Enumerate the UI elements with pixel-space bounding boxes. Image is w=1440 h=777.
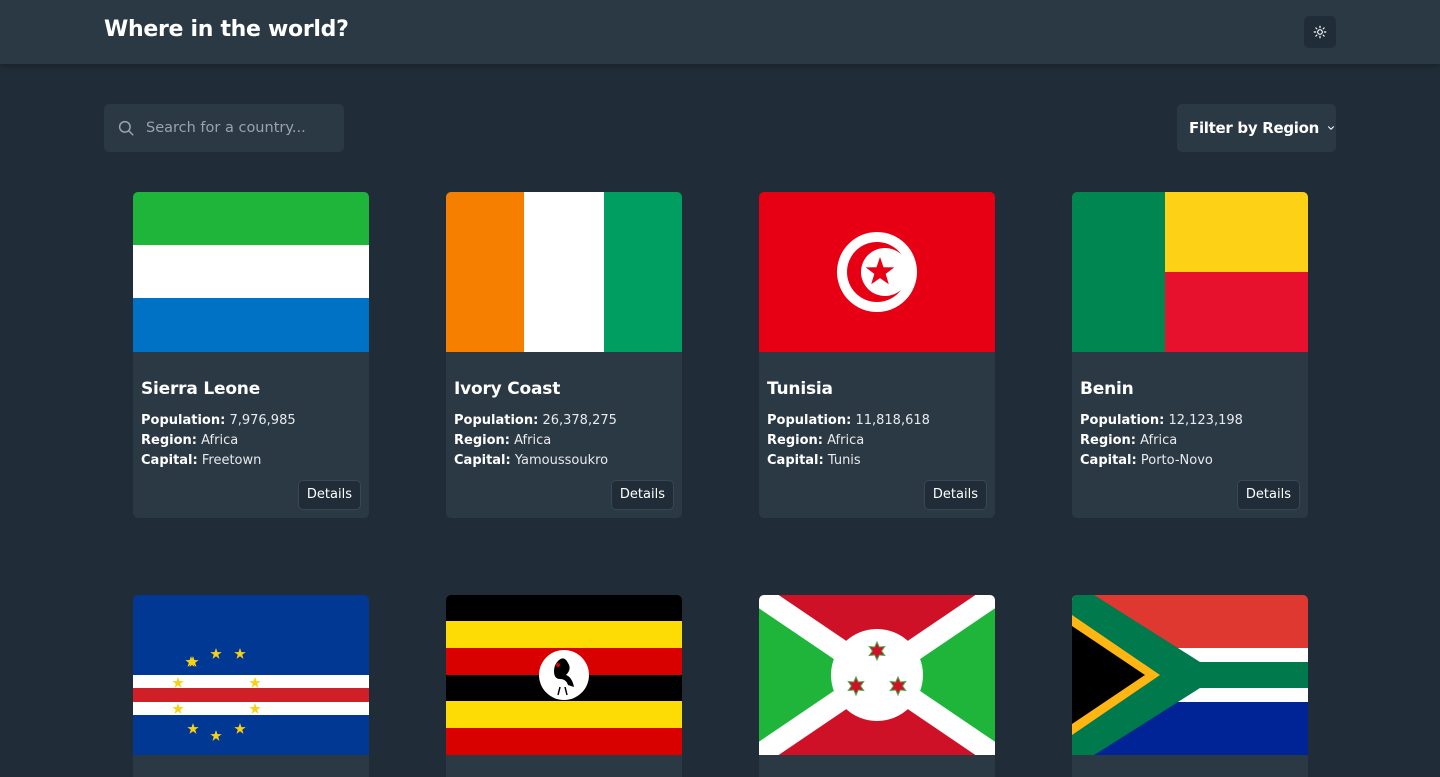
- country-name: Tunisia: [767, 379, 833, 399]
- country-name: Benin: [1080, 379, 1134, 399]
- capital-line: Capital: Freetown: [141, 451, 261, 471]
- population-line: Population: 26,378,275: [454, 411, 617, 431]
- country-card-uganda[interactable]: [446, 595, 682, 777]
- population-value: 26,378,275: [542, 413, 617, 428]
- region-line: Region: Africa: [1080, 431, 1177, 451]
- capital-line: Capital: Porto-Novo: [1080, 451, 1213, 471]
- population-label: Population:: [141, 413, 226, 428]
- country-card-burundi[interactable]: [759, 595, 995, 777]
- details-button[interactable]: Details: [1236, 480, 1300, 510]
- burundi-flag: [759, 595, 995, 755]
- search-icon: [118, 120, 134, 136]
- population-value: 11,818,618: [855, 413, 930, 428]
- country-name: Sierra Leone: [141, 379, 261, 399]
- region-value: Africa: [827, 433, 865, 448]
- capital-value: Tunis: [827, 453, 861, 468]
- region-filter-label: Filter by Region: [1189, 119, 1320, 137]
- app-header: Where in the world?: [0, 0, 1440, 64]
- region-filter-dropdown[interactable]: Filter by Region: [1177, 104, 1336, 152]
- region-line: Region: Africa: [454, 431, 551, 451]
- country-name: Ivory Coast: [454, 379, 561, 399]
- cape-verde-flag: [133, 595, 369, 755]
- tunisia-flag: [759, 192, 995, 352]
- sierra-leone-flag: [133, 192, 369, 352]
- country-card-cape-verde[interactable]: [133, 595, 369, 777]
- country-card-ivory-coast[interactable]: Ivory Coast Population: 26,378,275 Regio…: [446, 192, 682, 518]
- population-line: Population: 11,818,618: [767, 411, 930, 431]
- details-button[interactable]: Details: [923, 480, 987, 510]
- country-card-south-africa[interactable]: [1072, 595, 1308, 777]
- search-box: [104, 104, 344, 152]
- population-value: 12,123,198: [1168, 413, 1243, 428]
- population-value: 7,976,985: [229, 413, 296, 428]
- capital-label: Capital:: [141, 453, 198, 468]
- capital-label: Capital:: [767, 453, 824, 468]
- population-line: Population: 7,976,985: [141, 411, 296, 431]
- app-title: Where in the world?: [104, 17, 349, 42]
- region-label: Region:: [454, 433, 510, 448]
- details-button[interactable]: Details: [610, 480, 674, 510]
- capital-value: Freetown: [201, 453, 262, 468]
- country-card-tunisia[interactable]: Tunisia Population: 11,818,618 Region: A…: [759, 192, 995, 518]
- capital-value: Porto-Novo: [1140, 453, 1213, 468]
- chevron-down-icon: [1328, 126, 1335, 130]
- sun-icon: [1313, 25, 1327, 39]
- ivory-coast-flag: [446, 192, 682, 352]
- region-line: Region: Africa: [141, 431, 238, 451]
- country-card-benin[interactable]: Benin Population: 12,123,198 Region: Afr…: [1072, 192, 1308, 518]
- population-line: Population: 12,123,198: [1080, 411, 1243, 431]
- region-label: Region:: [1080, 433, 1136, 448]
- region-value: Africa: [1140, 433, 1178, 448]
- capital-label: Capital:: [454, 453, 511, 468]
- search-input[interactable]: [146, 104, 336, 152]
- population-label: Population:: [767, 413, 852, 428]
- details-button[interactable]: Details: [297, 480, 361, 510]
- uganda-flag: [446, 595, 682, 755]
- region-value: Africa: [201, 433, 239, 448]
- capital-label: Capital:: [1080, 453, 1137, 468]
- region-value: Africa: [514, 433, 552, 448]
- benin-flag: [1072, 192, 1308, 352]
- population-label: Population:: [1080, 413, 1165, 428]
- region-label: Region:: [141, 433, 197, 448]
- capital-line: Capital: Tunis: [767, 451, 861, 471]
- country-card-sierra-leone[interactable]: Sierra Leone Population: 7,976,985 Regio…: [133, 192, 369, 518]
- capital-value: Yamoussoukro: [514, 453, 609, 468]
- population-label: Population:: [454, 413, 539, 428]
- region-line: Region: Africa: [767, 431, 864, 451]
- theme-toggle-button[interactable]: [1304, 16, 1336, 48]
- capital-line: Capital: Yamoussoukro: [454, 451, 608, 471]
- south-africa-flag: [1072, 595, 1308, 755]
- region-label: Region:: [767, 433, 823, 448]
